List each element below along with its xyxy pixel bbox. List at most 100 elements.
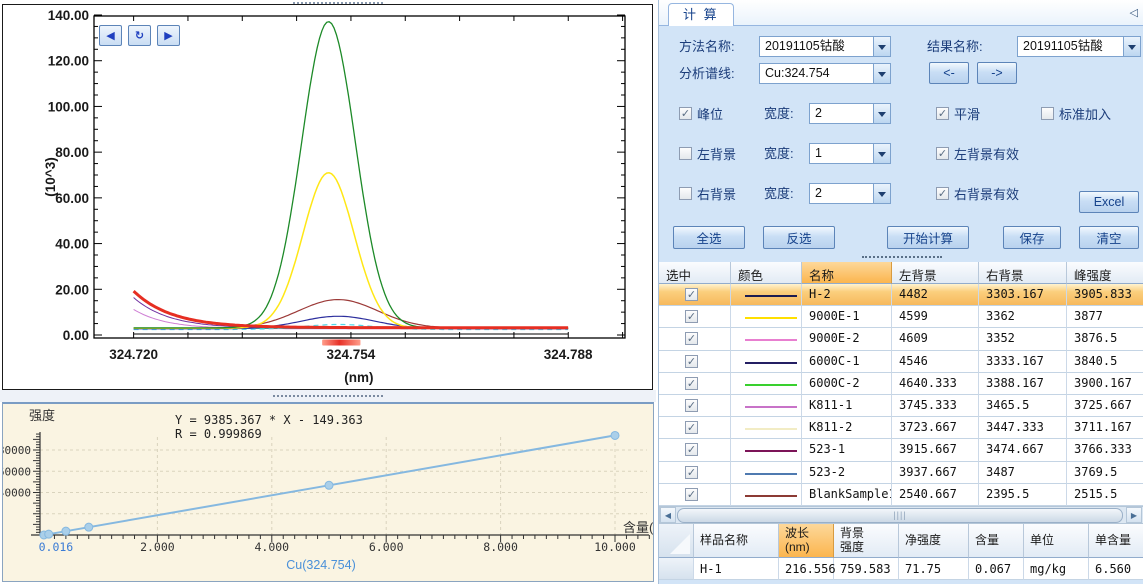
series-color-line xyxy=(745,384,797,386)
column-header-5[interactable]: 右背景 xyxy=(979,262,1067,284)
row-select-checkbox[interactable]: ✓ xyxy=(685,310,698,323)
tab-bar: 计 算 ◁ xyxy=(659,0,1143,26)
row-select-cell: ✓ xyxy=(659,462,731,484)
table-row[interactable]: ✓523-23937.66734873769.5 xyxy=(659,462,1143,484)
series-color-line xyxy=(745,406,797,408)
chevron-down-icon[interactable] xyxy=(873,64,890,83)
chevron-down-icon[interactable] xyxy=(873,104,890,123)
row-name-cell: H-2 xyxy=(802,284,892,306)
method-name-select[interactable]: 20191105钴酸 xyxy=(759,36,891,57)
peak-pos-checkbox[interactable]: ✓ xyxy=(679,107,692,120)
sample-column-header-5[interactable]: 含量 xyxy=(969,524,1024,558)
collapse-arrow-icon[interactable]: ◁ xyxy=(1130,6,1138,19)
table-row[interactable]: ✓K811-13745.3333465.53725.667 xyxy=(659,395,1143,417)
column-header-4[interactable]: 左背景 xyxy=(892,262,979,284)
x-axis-title: (nm) xyxy=(344,370,373,385)
table-row[interactable]: ✓523-13915.6673474.6673766.333 xyxy=(659,439,1143,461)
row-rightbg-cell: 3474.667 xyxy=(979,439,1067,461)
smooth-checkbox[interactable]: ✓ xyxy=(936,107,949,120)
panel-splitter[interactable] xyxy=(659,252,1143,262)
select-all-corner[interactable] xyxy=(659,524,694,558)
row-select-checkbox[interactable]: ✓ xyxy=(685,443,698,456)
sample-column-header-6[interactable]: 单位 xyxy=(1024,524,1089,558)
row-select-checkbox[interactable]: ✓ xyxy=(685,355,698,368)
chart-refresh-button[interactable]: ↻ xyxy=(128,25,151,46)
table-row[interactable]: ✓9000E-2460933523876.5 xyxy=(659,328,1143,350)
width-select-3[interactable]: 2 xyxy=(809,183,891,204)
sample-column-header-3[interactable]: 背景 强度 xyxy=(834,524,899,558)
row-select-checkbox[interactable]: ✓ xyxy=(685,332,698,345)
check-icon: ✓ xyxy=(938,108,947,119)
left-bg-checkbox[interactable] xyxy=(679,147,692,160)
right-bg-checkbox[interactable] xyxy=(679,187,692,200)
chart-prev-button[interactable]: ◀ xyxy=(99,25,122,46)
table-row[interactable]: ✓K811-23723.6673447.3333711.167 xyxy=(659,417,1143,439)
sample-column-header-4[interactable]: 净强度 xyxy=(899,524,969,558)
chevron-down-icon[interactable] xyxy=(873,144,890,163)
chevron-down-icon[interactable] xyxy=(873,184,890,203)
result-name-value: 20191105钴酸 xyxy=(1018,37,1123,56)
chart-splitter[interactable] xyxy=(0,390,656,402)
row-select-checkbox[interactable]: ✓ xyxy=(685,377,698,390)
column-header-2[interactable]: 颜色 xyxy=(731,262,802,284)
table-row[interactable]: ✓H-244823303.1673905.833 xyxy=(659,284,1143,306)
width-select-1[interactable]: 2 xyxy=(809,103,891,124)
left-bg-valid-checkbox[interactable]: ✓ xyxy=(936,147,949,160)
sample-table-header: 样品名称波长 (nm)背景 强度净强度含量单位单含量 xyxy=(659,524,1143,558)
table-row[interactable]: ✓6000C-145463333.1673840.5 xyxy=(659,351,1143,373)
std-addition-label: 标准加入 xyxy=(1059,104,1111,123)
excel-export-button[interactable]: Excel xyxy=(1079,191,1139,213)
sample-column-header-7[interactable]: 单含量 xyxy=(1089,524,1143,558)
row-select-checkbox[interactable]: ✓ xyxy=(685,288,698,301)
sample-table: 样品名称波长 (nm)背景 强度净强度含量单位单含量H-1216.556759.… xyxy=(659,524,1143,580)
x-axis-tick-label: 324.720 xyxy=(109,347,158,362)
calibration-chart: 4000060000800000.0162.0004.0006.0008.000… xyxy=(3,404,653,581)
chevron-down-icon[interactable] xyxy=(873,37,890,56)
column-header-3[interactable]: 名称 xyxy=(802,262,892,284)
save-button[interactable]: 保存 xyxy=(1003,226,1061,249)
prev-line-button[interactable]: <- xyxy=(929,62,969,84)
sample-table-row[interactable]: H-1216.556759.58371.750.067mg/kg6.560 xyxy=(659,558,1143,580)
sample-column-header-1[interactable]: 样品名称 xyxy=(694,524,779,558)
invert-selection-button[interactable]: 反选 xyxy=(763,226,835,249)
y-axis-tick-label: 100.00 xyxy=(48,99,89,114)
scroll-right-icon[interactable]: ▶ xyxy=(1126,507,1142,523)
net-intensity-cell: 71.75 xyxy=(899,558,969,580)
scroll-left-icon[interactable]: ◀ xyxy=(660,507,676,523)
row-select-checkbox[interactable]: ✓ xyxy=(685,399,698,412)
chevron-down-icon[interactable] xyxy=(1123,37,1140,56)
start-calc-button[interactable]: 开始计算 xyxy=(887,226,969,249)
series-color-line xyxy=(745,495,797,497)
clear-button[interactable]: 清空 xyxy=(1079,226,1139,249)
bg-intensity-cell: 759.583 xyxy=(834,558,899,580)
splitter-grip-icon[interactable] xyxy=(293,2,383,6)
table-row[interactable]: ✓6000C-24640.3333388.1673900.167 xyxy=(659,373,1143,395)
row-peak-cell: 3877 xyxy=(1067,306,1143,328)
row-select-checkbox[interactable]: ✓ xyxy=(685,466,698,479)
sample-column-header-2[interactable]: 波长 (nm) xyxy=(779,524,834,558)
result-name-select[interactable]: 20191105钴酸 xyxy=(1017,36,1141,57)
next-line-button[interactable]: -> xyxy=(977,62,1017,84)
calibration-equation: Y = 9385.367 * X - 149.363 xyxy=(175,413,363,427)
right-bg-valid-checkbox[interactable]: ✓ xyxy=(936,187,949,200)
scrollbar-thumb[interactable] xyxy=(677,508,1123,523)
chart-next-button[interactable]: ▶ xyxy=(157,25,180,46)
results-hscrollbar[interactable]: ◀ ▶ xyxy=(659,506,1143,524)
sample-row-selector[interactable] xyxy=(659,558,694,580)
tab-calculate[interactable]: 计 算 xyxy=(668,3,734,26)
check-icon: ✓ xyxy=(687,378,696,389)
row-select-checkbox[interactable]: ✓ xyxy=(685,488,698,501)
table-row[interactable]: ✓9000E-1459933623877 xyxy=(659,306,1143,328)
width-select-2[interactable]: 1 xyxy=(809,143,891,164)
row-rightbg-cell: 3465.5 xyxy=(979,395,1067,417)
column-header-6[interactable]: 峰强度 xyxy=(1067,262,1143,284)
check-icon: ✓ xyxy=(687,422,696,433)
row-leftbg-cell: 3723.667 xyxy=(892,417,979,439)
analysis-line-select[interactable]: Cu:324.754 xyxy=(759,63,891,84)
select-all-button[interactable]: 全选 xyxy=(673,226,745,249)
std-addition-checkbox[interactable] xyxy=(1041,107,1054,120)
column-header-1[interactable]: 选中 xyxy=(659,262,731,284)
row-select-checkbox[interactable]: ✓ xyxy=(685,421,698,434)
check-icon: ✓ xyxy=(938,188,947,199)
table-row[interactable]: ✓BlankSample12540.6672395.52515.5 xyxy=(659,484,1143,506)
